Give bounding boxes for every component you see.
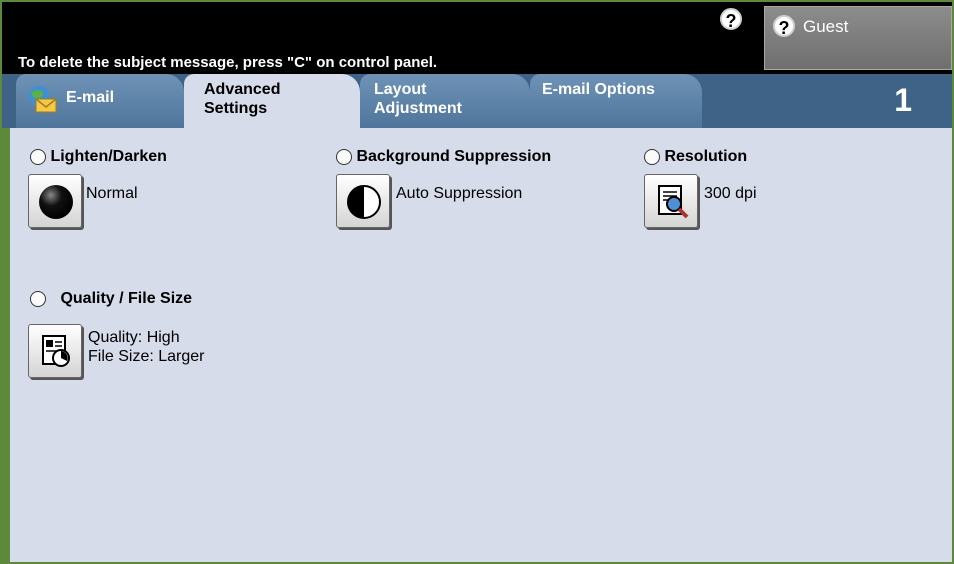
tab-email[interactable]: E-mail bbox=[16, 74, 184, 128]
quality-file-size-title: Quality / File Size bbox=[60, 290, 193, 307]
help-button[interactable]: ? bbox=[720, 8, 756, 36]
top-bar: To delete the subject message, press "C"… bbox=[2, 2, 952, 74]
resolution-option[interactable]: Resolution bbox=[644, 148, 747, 166]
tab-label: E-mail bbox=[66, 89, 115, 106]
page-number: 1 bbox=[894, 82, 912, 118]
resolution-radio[interactable] bbox=[644, 149, 660, 165]
tab-label: Advanced Settings bbox=[204, 81, 281, 117]
quality-file-size-radio[interactable] bbox=[30, 291, 46, 307]
quality-file-size-button[interactable] bbox=[28, 324, 82, 378]
lighten-darken-button[interactable] bbox=[28, 174, 82, 228]
email-globe-icon bbox=[29, 86, 57, 113]
quality-value: Quality: High bbox=[88, 329, 180, 346]
tab-email-options[interactable]: E-mail Options bbox=[530, 74, 702, 128]
tab-label: Layout Adjustment bbox=[374, 81, 462, 117]
background-suppression-radio[interactable] bbox=[336, 149, 352, 165]
lighten-darken-option[interactable]: Lighten/Darken bbox=[30, 148, 167, 166]
status-message: To delete the subject message, press "C"… bbox=[18, 54, 438, 71]
background-suppression-value: Auto Suppression bbox=[396, 185, 523, 202]
resolution-title: Resolution bbox=[664, 148, 748, 165]
resolution-button[interactable] bbox=[644, 174, 698, 228]
tab-strip: E-mail Advanced Settings Layout Adjustme… bbox=[2, 74, 952, 130]
resolution-value: 300 dpi bbox=[704, 185, 757, 202]
guest-button[interactable]: ? Guest bbox=[764, 6, 952, 70]
lighten-darken-value: Normal bbox=[86, 185, 138, 202]
question-icon: ? bbox=[773, 15, 795, 38]
background-suppression-option[interactable]: Background Suppression bbox=[336, 148, 551, 166]
half-circle-icon bbox=[347, 185, 381, 219]
tab-label: E-mail Options bbox=[542, 81, 655, 98]
question-icon: ? bbox=[720, 8, 742, 31]
guest-label: Guest bbox=[803, 17, 849, 36]
lighten-darken-icon bbox=[39, 185, 73, 219]
lighten-darken-radio[interactable] bbox=[30, 149, 46, 165]
quality-file-size-value: Quality: High File Size: Larger bbox=[88, 328, 205, 366]
tab-advanced-settings[interactable]: Advanced Settings bbox=[184, 74, 360, 130]
background-suppression-button[interactable] bbox=[336, 174, 390, 228]
settings-panel: Lighten/Darken Normal Background Suppres… bbox=[10, 128, 952, 562]
background-suppression-title: Background Suppression bbox=[356, 148, 552, 165]
lighten-darken-title: Lighten/Darken bbox=[50, 148, 167, 165]
tab-layout-adjustment[interactable]: Layout Adjustment bbox=[360, 74, 530, 128]
quality-file-size-option[interactable]: Quality / File Size bbox=[30, 290, 192, 308]
file-size-value: File Size: Larger bbox=[88, 348, 205, 365]
document-quality-icon bbox=[42, 335, 70, 367]
magnifier-document-icon bbox=[658, 185, 689, 219]
